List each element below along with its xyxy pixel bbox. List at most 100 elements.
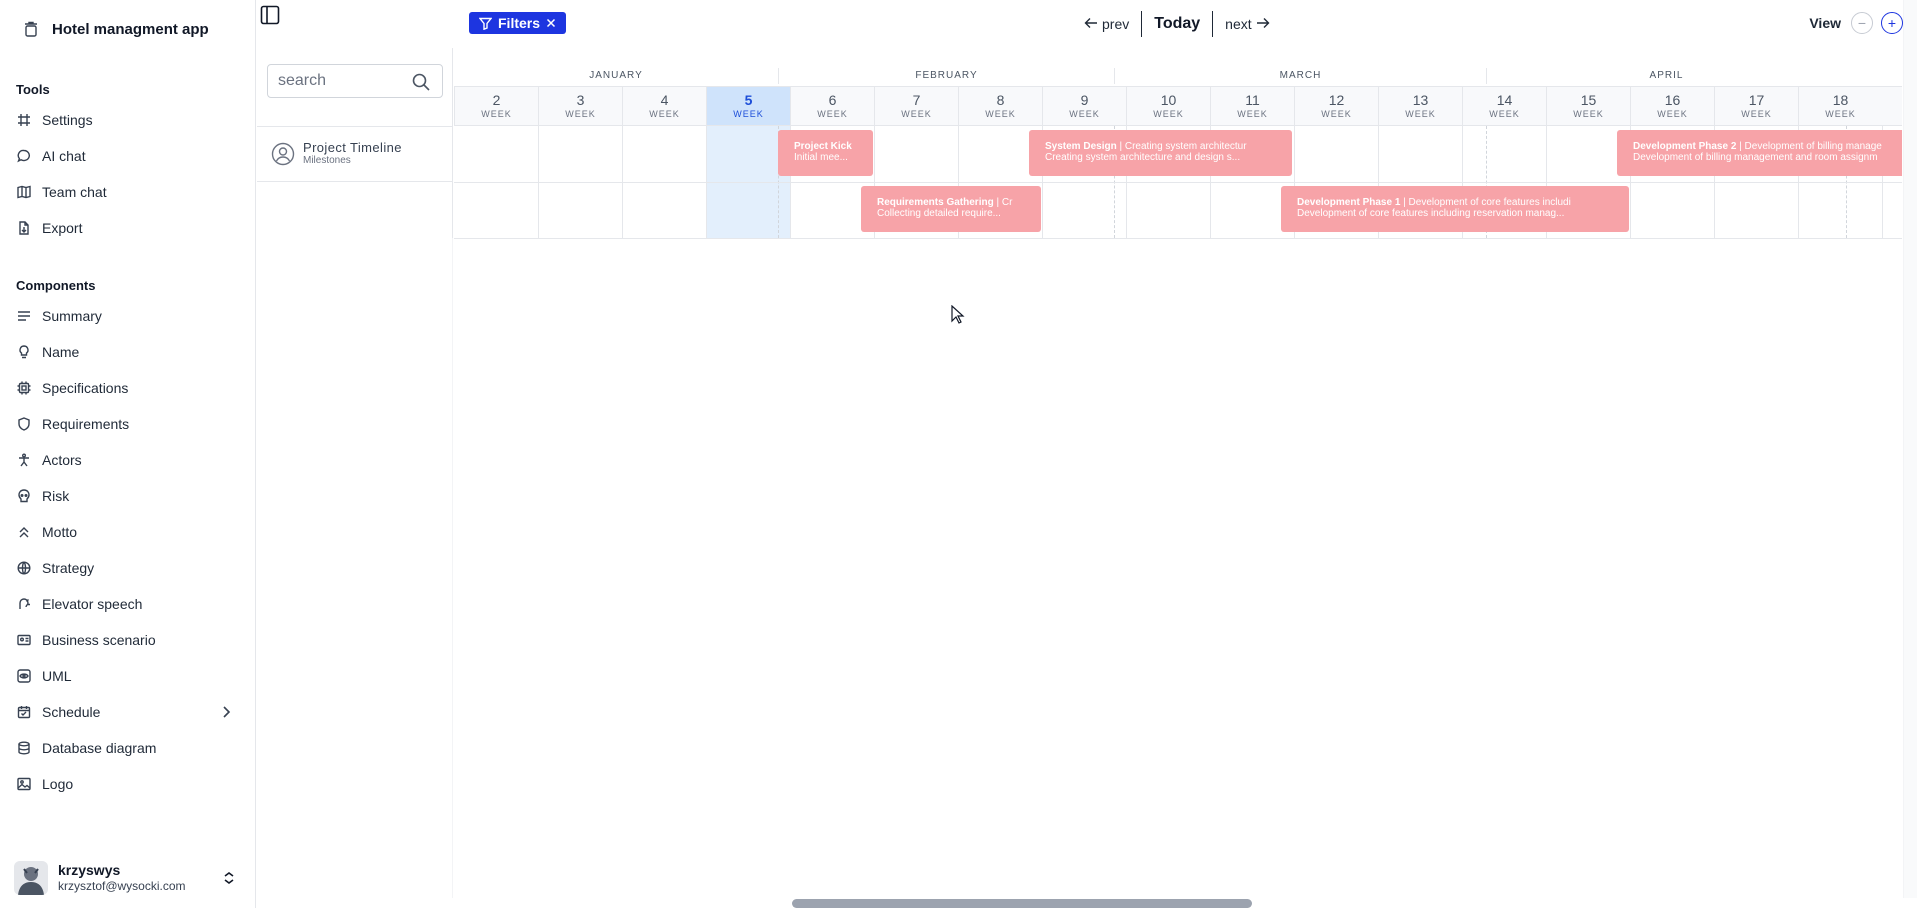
week-label: WEEK	[1237, 109, 1268, 119]
week-label: WEEK	[649, 109, 680, 119]
event-development-phase-2[interactable]: Development Phase 2 | Development of bil…	[1617, 130, 1902, 176]
sidebar-item-schedule[interactable]: Schedule	[0, 694, 256, 730]
week-cell[interactable]: 9 WEEK	[1042, 87, 1126, 125]
sidebar-item-logo[interactable]: Logo	[0, 766, 256, 802]
week-cell[interactable]: 12 WEEK	[1294, 87, 1378, 125]
week-label: WEEK	[1741, 109, 1772, 119]
week-cell-current[interactable]: 5 WEEK	[706, 87, 790, 125]
week-cell[interactable]: 15 WEEK	[1546, 87, 1630, 125]
sidebar-item-specifications[interactable]: Specifications	[0, 370, 256, 406]
sidebar-item-label: UML	[42, 668, 72, 684]
sidebar-item-label: AI chat	[42, 148, 86, 164]
month-label: FEBRUARY	[778, 68, 1114, 84]
event-description: Initial mee...	[794, 152, 848, 163]
view-controls: View − +	[1809, 12, 1903, 34]
week-cell[interactable]: 6 WEEK	[790, 87, 874, 125]
components-nav: Summary Name Specifications Requirements…	[0, 298, 256, 802]
date-navigation: prev Today next	[1084, 10, 1270, 38]
event-requirements-gathering[interactable]: Requirements Gathering | Cr Collecting d…	[861, 186, 1041, 232]
week-cell[interactable]: 7 WEEK	[874, 87, 958, 125]
month-label: JANUARY	[589, 70, 643, 81]
week-number: 18	[1832, 92, 1849, 108]
week-cell[interactable]: 13 WEEK	[1378, 87, 1462, 125]
id-card-icon	[16, 632, 32, 648]
week-number: 14	[1496, 92, 1513, 108]
components-section-label: Components	[16, 278, 96, 293]
sidebar-item-label: Settings	[42, 112, 93, 128]
sidebar-toggle-icon[interactable]	[260, 5, 280, 25]
sidebar-item-uml[interactable]: UML	[0, 658, 256, 694]
eye-icon	[16, 668, 32, 684]
event-system-design[interactable]: System Design | Creating system architec…	[1029, 130, 1292, 176]
mouse-cursor-icon	[951, 304, 965, 325]
double-chevron-up-icon	[16, 524, 32, 540]
sidebar-item-label: Schedule	[42, 704, 101, 720]
event-project-kick[interactable]: Project Kick Initial mee...	[778, 130, 873, 176]
app-header[interactable]: Hotel managment app	[22, 20, 209, 38]
week-cell[interactable]: 11 WEEK	[1210, 87, 1294, 125]
sidebar-item-risk[interactable]: Risk	[0, 478, 256, 514]
horizontal-scrollbar-thumb[interactable]	[792, 899, 1252, 908]
week-number: 10	[1160, 92, 1177, 108]
week-cell[interactable]: 4 WEEK	[622, 87, 706, 125]
event-development-phase-1[interactable]: Development Phase 1 | Development of cor…	[1281, 186, 1629, 232]
vertical-scrollbar[interactable]	[1903, 0, 1917, 898]
week-label: WEEK	[1573, 109, 1604, 119]
row-divider	[454, 182, 1902, 183]
prev-label: prev	[1102, 16, 1130, 32]
globe-icon	[16, 560, 32, 576]
search-icon[interactable]	[412, 73, 430, 91]
view-label: View	[1809, 15, 1841, 31]
today-button[interactable]: Today	[1154, 15, 1200, 33]
month-label: MARCH	[1114, 68, 1486, 84]
resource-row[interactable]: Project Timeline Milestones	[257, 126, 453, 182]
week-cell[interactable]: 10 WEEK	[1126, 87, 1210, 125]
close-icon[interactable]	[546, 18, 556, 28]
week-label: WEEK	[733, 109, 764, 119]
sidebar-item-strategy[interactable]: Strategy	[0, 550, 256, 586]
search-box[interactable]	[267, 64, 443, 98]
sidebar-item-database-diagram[interactable]: Database diagram	[0, 730, 256, 766]
week-cell[interactable]: 2 WEEK	[454, 87, 538, 125]
sidebar-item-name[interactable]: Name	[0, 334, 256, 370]
sidebar-item-label: Elevator speech	[42, 596, 143, 612]
filters-button[interactable]: Filters	[469, 12, 567, 34]
sidebar-item-team-chat[interactable]: Team chat	[0, 174, 256, 210]
week-cell[interactable]: 17 WEEK	[1714, 87, 1798, 125]
event-description: Collecting detailed require...	[877, 208, 1001, 219]
next-label: next	[1225, 16, 1252, 32]
sidebar-item-motto[interactable]: Motto	[0, 514, 256, 550]
sidebar-item-settings[interactable]: Settings	[0, 102, 256, 138]
prev-button[interactable]: prev	[1084, 16, 1129, 32]
chevron-up-down-icon[interactable]	[222, 870, 236, 886]
week-cell[interactable]: 18 WEEK	[1798, 87, 1882, 125]
search-input[interactable]	[278, 72, 398, 90]
sidebar-item-business-scenario[interactable]: Business scenario	[0, 622, 256, 658]
event-description: Development of core features including r…	[1297, 208, 1565, 219]
week-cell[interactable]: 3 WEEK	[538, 87, 622, 125]
chevron-right-icon[interactable]	[218, 704, 234, 720]
week-cell[interactable]: 14 WEEK	[1462, 87, 1546, 125]
next-button[interactable]: next	[1225, 16, 1270, 32]
sidebar-item-ai-chat[interactable]: AI chat	[0, 138, 256, 174]
week-cell[interactable]: 16 WEEK	[1630, 87, 1714, 125]
sidebar-item-requirements[interactable]: Requirements	[0, 406, 256, 442]
zoom-in-button[interactable]: +	[1881, 12, 1903, 34]
sidebar-item-actors[interactable]: Actors	[0, 442, 256, 478]
week-label: WEEK	[1657, 109, 1688, 119]
week-row: 2 WEEK 3 WEEK 4 WEEK 5 WEEK 6 WEEK 7 WEEK 8 WEE…	[454, 86, 1902, 126]
file-export-icon	[16, 220, 32, 236]
week-number: 5	[744, 92, 753, 108]
cpu-icon	[16, 380, 32, 396]
sidebar-item-summary[interactable]: Summary	[0, 298, 256, 334]
user-menu[interactable]: krzyswys krzysztof@wysocki.com	[14, 856, 244, 900]
tools-section-label: Tools	[16, 82, 50, 97]
zoom-out-button[interactable]: −	[1851, 12, 1873, 34]
sidebar-item-export[interactable]: Export	[0, 210, 256, 246]
sidebar-item-label: Requirements	[42, 416, 130, 432]
filter-icon	[479, 17, 492, 30]
sidebar-item-elevator-speech[interactable]: Elevator speech	[0, 586, 256, 622]
sidebar-item-label: Business scenario	[42, 632, 156, 648]
week-number: 2	[492, 92, 501, 108]
week-cell[interactable]: 8 WEEK	[958, 87, 1042, 125]
